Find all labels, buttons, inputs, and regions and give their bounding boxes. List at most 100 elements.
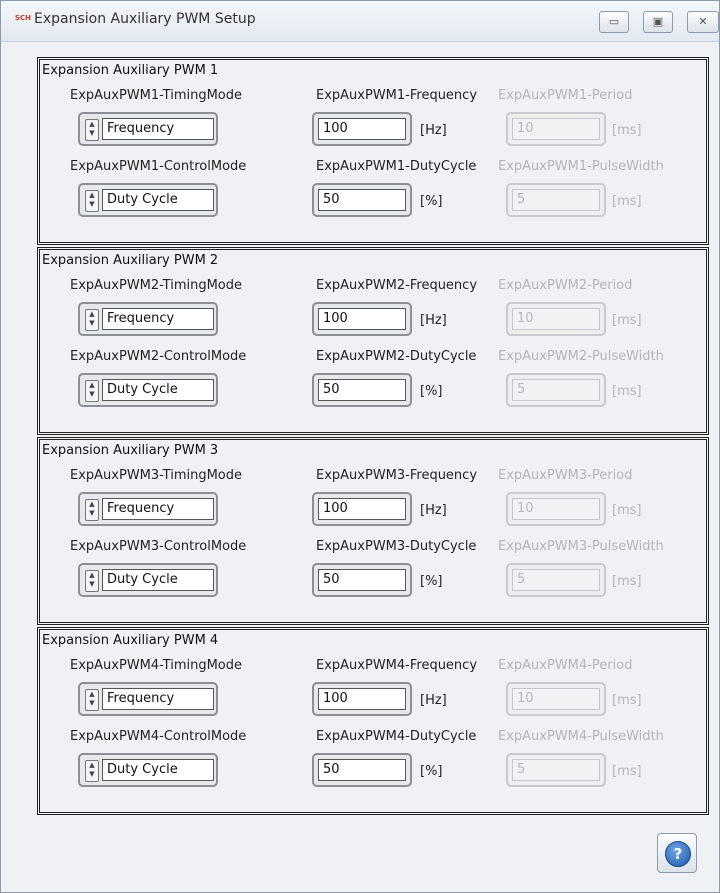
duty-cycle-control[interactable]: 50 [312, 753, 412, 787]
frequency-label: ExpAuxPWM2-Frequency [316, 278, 478, 293]
period-label: ExpAuxPWM1-Period [498, 88, 633, 103]
control-mode-ring[interactable]: ▲ ▼ Duty Cycle [78, 183, 218, 217]
timing-mode-ring[interactable]: ▲ ▼ Frequency [78, 302, 218, 336]
title-bar[interactable]: SCH Expansion Auxiliary PWM Setup ▭ ▣ ✕ [1, 1, 719, 42]
group-title: Expansion Auxiliary PWM 1 [42, 63, 219, 78]
group-title: Expansion Auxiliary PWM 2 [42, 253, 219, 268]
frequency-label: ExpAuxPWM3-Frequency [316, 468, 478, 483]
pwm-group-2: Expansion Auxiliary PWM 2 ExpAuxPWM2-Tim… [37, 247, 709, 435]
close-button[interactable]: ✕ [687, 11, 719, 33]
control-mode-value[interactable]: Duty Cycle [102, 379, 214, 401]
timing-mode-ring[interactable]: ▲ ▼ Frequency [78, 492, 218, 526]
spin-arrows-icon[interactable]: ▲ ▼ [85, 760, 99, 782]
period-label: ExpAuxPWM3-Period [498, 468, 633, 483]
duty-cycle-unit: [%] [420, 384, 443, 399]
control-mode-ring[interactable]: ▲ ▼ Duty Cycle [78, 373, 218, 407]
spin-arrows-icon[interactable]: ▲ ▼ [85, 380, 99, 402]
frequency-control[interactable]: 100 [312, 112, 412, 146]
frequency-label: ExpAuxPWM4-Frequency [316, 658, 478, 673]
control-mode-value[interactable]: Duty Cycle [102, 759, 214, 781]
frequency-input[interactable]: 100 [318, 118, 406, 140]
pwm-group-3: Expansion Auxiliary PWM 3 ExpAuxPWM3-Tim… [37, 437, 709, 625]
window-title: Expansion Auxiliary PWM Setup [34, 11, 256, 27]
duty-cycle-input[interactable]: 50 [318, 379, 406, 401]
period-control: 10 [506, 492, 606, 526]
duty-cycle-input[interactable]: 50 [318, 759, 406, 781]
pulse-width-input: 5 [512, 379, 600, 401]
help-button[interactable]: ? [657, 833, 697, 873]
duty-cycle-input[interactable]: 50 [318, 569, 406, 591]
pulse-width-label: ExpAuxPWM1-PulseWidth [498, 159, 664, 174]
maximize-button[interactable]: ▣ [643, 11, 673, 33]
pulse-width-unit: [ms] [612, 194, 642, 209]
setup-window: SCH Expansion Auxiliary PWM Setup ▭ ▣ ✕ … [0, 0, 720, 893]
frequency-unit: [Hz] [420, 123, 447, 138]
spin-arrows-icon[interactable]: ▲ ▼ [85, 570, 99, 592]
spin-arrows-icon[interactable]: ▲ ▼ [85, 689, 99, 711]
duty-cycle-unit: [%] [420, 574, 443, 589]
frequency-control[interactable]: 100 [312, 492, 412, 526]
duty-cycle-unit: [%] [420, 194, 443, 209]
period-input: 10 [512, 308, 600, 330]
app-logo-icon: SCH [15, 14, 32, 22]
pulse-width-input: 5 [512, 189, 600, 211]
duty-cycle-unit: [%] [420, 764, 443, 779]
pulse-width-input: 5 [512, 569, 600, 591]
frequency-unit: [Hz] [420, 503, 447, 518]
duty-cycle-input[interactable]: 50 [318, 189, 406, 211]
period-control: 10 [506, 302, 606, 336]
pulse-width-label: ExpAuxPWM2-PulseWidth [498, 349, 664, 364]
control-mode-ring[interactable]: ▲ ▼ Duty Cycle [78, 753, 218, 787]
duty-cycle-control[interactable]: 50 [312, 183, 412, 217]
period-unit: [ms] [612, 123, 642, 138]
duty-cycle-control[interactable]: 50 [312, 563, 412, 597]
frequency-unit: [Hz] [420, 313, 447, 328]
duty-cycle-label: ExpAuxPWM4-DutyCycle [316, 729, 477, 744]
duty-cycle-label: ExpAuxPWM1-DutyCycle [316, 159, 477, 174]
control-mode-label: ExpAuxPWM2-ControlMode [70, 349, 247, 364]
frequency-unit: [Hz] [420, 693, 447, 708]
timing-mode-value[interactable]: Frequency [102, 498, 214, 520]
frequency-input[interactable]: 100 [318, 498, 406, 520]
frequency-control[interactable]: 100 [312, 302, 412, 336]
pulse-width-control: 5 [506, 753, 606, 787]
spin-arrows-icon[interactable]: ▲ ▼ [85, 190, 99, 212]
period-unit: [ms] [612, 693, 642, 708]
period-control: 10 [506, 682, 606, 716]
duty-cycle-label: ExpAuxPWM2-DutyCycle [316, 349, 477, 364]
period-label: ExpAuxPWM2-Period [498, 278, 633, 293]
timing-mode-label: ExpAuxPWM1-TimingMode [70, 88, 243, 103]
pulse-width-control: 5 [506, 563, 606, 597]
timing-mode-ring[interactable]: ▲ ▼ Frequency [78, 112, 218, 146]
spin-arrows-icon[interactable]: ▲ ▼ [85, 119, 99, 141]
minimize-button[interactable]: ▭ [599, 11, 629, 33]
timing-mode-value[interactable]: Frequency [102, 118, 214, 140]
pulse-width-unit: [ms] [612, 574, 642, 589]
control-mode-label: ExpAuxPWM4-ControlMode [70, 729, 247, 744]
timing-mode-label: ExpAuxPWM4-TimingMode [70, 658, 243, 673]
group-title: Expansion Auxiliary PWM 4 [42, 633, 219, 648]
control-mode-label: ExpAuxPWM1-ControlMode [70, 159, 247, 174]
duty-cycle-control[interactable]: 50 [312, 373, 412, 407]
group-title: Expansion Auxiliary PWM 3 [42, 443, 219, 458]
control-mode-value[interactable]: Duty Cycle [102, 569, 214, 591]
duty-cycle-label: ExpAuxPWM3-DutyCycle [316, 539, 477, 554]
pulse-width-unit: [ms] [612, 384, 642, 399]
control-mode-value[interactable]: Duty Cycle [102, 189, 214, 211]
spin-arrows-icon[interactable]: ▲ ▼ [85, 499, 99, 521]
timing-mode-label: ExpAuxPWM3-TimingMode [70, 468, 243, 483]
spin-arrows-icon[interactable]: ▲ ▼ [85, 309, 99, 331]
frequency-input[interactable]: 100 [318, 308, 406, 330]
help-icon: ? [665, 841, 691, 867]
timing-mode-value[interactable]: Frequency [102, 688, 214, 710]
timing-mode-value[interactable]: Frequency [102, 308, 214, 330]
control-mode-ring[interactable]: ▲ ▼ Duty Cycle [78, 563, 218, 597]
frequency-control[interactable]: 100 [312, 682, 412, 716]
period-input: 10 [512, 498, 600, 520]
frequency-label: ExpAuxPWM1-Frequency [316, 88, 478, 103]
period-unit: [ms] [612, 503, 642, 518]
frequency-input[interactable]: 100 [318, 688, 406, 710]
period-unit: [ms] [612, 313, 642, 328]
timing-mode-ring[interactable]: ▲ ▼ Frequency [78, 682, 218, 716]
control-mode-label: ExpAuxPWM3-ControlMode [70, 539, 247, 554]
